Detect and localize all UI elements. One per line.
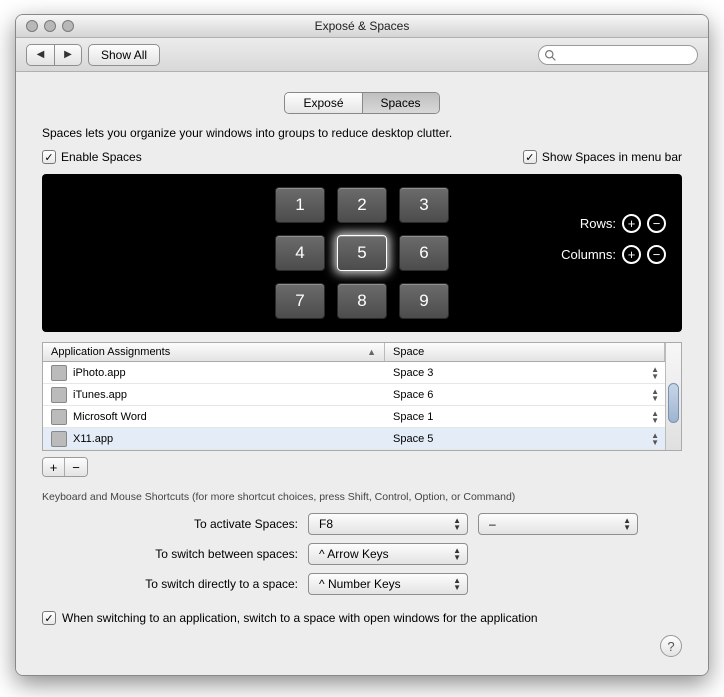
tab-expose[interactable]: Exposé xyxy=(285,93,362,113)
rows-label: Rows: xyxy=(580,216,616,231)
toolbar: ◀ ▶ Show All xyxy=(16,38,708,72)
space-cell-9[interactable]: 9 xyxy=(399,283,449,319)
description-text: Spaces lets you organize your windows in… xyxy=(42,126,682,140)
checkbox-icon: ✓ xyxy=(42,150,56,164)
show-all-button[interactable]: Show All xyxy=(88,44,160,66)
chevron-updown-icon: ▲▼ xyxy=(453,547,461,561)
spaces-preview: 123 456 789 Rows: + − Columns: + − xyxy=(42,174,682,332)
columns-label: Columns: xyxy=(561,247,616,262)
activate-key-select[interactable]: F8 ▲▼ xyxy=(308,513,468,535)
space-cell-1[interactable]: 1 xyxy=(275,187,325,223)
add-remove-segment: + − xyxy=(42,457,88,477)
add-button[interactable]: + xyxy=(43,458,65,476)
space-cell-8[interactable]: 8 xyxy=(337,283,387,319)
minimize-icon[interactable] xyxy=(44,20,56,32)
chevron-updown-icon: ▲▼ xyxy=(623,517,631,531)
nav-segment: ◀ ▶ xyxy=(26,44,82,66)
activate-label: To activate Spaces: xyxy=(42,517,298,531)
space-value: Space 3 xyxy=(393,367,433,379)
space-cell-3[interactable]: 3 xyxy=(399,187,449,223)
table-row[interactable]: Microsoft Word Space 1 ▲▼ xyxy=(43,406,665,428)
main-panel: Exposé Spaces Spaces lets you organize y… xyxy=(16,72,708,675)
table-row[interactable]: X11.app Space 5 ▲▼ xyxy=(43,428,665,450)
tab-spaces[interactable]: Spaces xyxy=(363,93,439,113)
app-icon xyxy=(51,387,67,403)
chevron-updown-icon[interactable]: ▲▼ xyxy=(651,432,659,446)
rows-remove-button[interactable]: − xyxy=(647,214,666,233)
scrollbar-thumb[interactable] xyxy=(668,383,679,423)
back-button[interactable]: ◀ xyxy=(26,44,54,66)
scrollbar[interactable] xyxy=(665,343,681,450)
window-controls xyxy=(26,20,74,32)
assignments-table: Application Assignments ▲ Space iPhoto.a… xyxy=(42,342,682,451)
chevron-updown-icon[interactable]: ▲▼ xyxy=(651,388,659,402)
remove-button[interactable]: − xyxy=(65,458,87,476)
app-icon xyxy=(51,365,67,381)
columns-add-button[interactable]: + xyxy=(622,245,641,264)
activate-mouse-select[interactable]: – ▲▼ xyxy=(478,513,638,535)
tab-group: Exposé Spaces xyxy=(284,92,439,114)
chevron-updown-icon[interactable]: ▲▼ xyxy=(651,366,659,380)
window-title: Exposé & Spaces xyxy=(315,19,410,33)
col-header-application[interactable]: Application Assignments ▲ xyxy=(43,343,385,361)
space-value: Space 1 xyxy=(393,411,433,423)
chevron-updown-icon: ▲▼ xyxy=(453,577,461,591)
space-cell-6[interactable]: 6 xyxy=(399,235,449,271)
show-menubar-checkbox[interactable]: ✓ Show Spaces in menu bar xyxy=(523,150,682,164)
app-name: iTunes.app xyxy=(73,389,127,401)
direct-key-select[interactable]: ^ Number Keys ▲▼ xyxy=(308,573,468,595)
space-cell-4[interactable]: 4 xyxy=(275,235,325,271)
switch-app-checkbox[interactable]: ✓ When switching to an application, swit… xyxy=(42,611,682,625)
switch-app-label: When switching to an application, switch… xyxy=(62,611,538,625)
sort-asc-icon: ▲ xyxy=(367,347,376,357)
space-value: Space 5 xyxy=(393,433,433,445)
table-row[interactable]: iTunes.app Space 6 ▲▼ xyxy=(43,384,665,406)
show-menubar-label: Show Spaces in menu bar xyxy=(542,150,682,164)
search-input[interactable] xyxy=(538,45,698,65)
app-icon xyxy=(51,409,67,425)
help-button[interactable]: ? xyxy=(660,635,682,657)
switch-label: To switch between spaces: xyxy=(42,547,298,561)
space-cell-2[interactable]: 2 xyxy=(337,187,387,223)
shortcuts-title: Keyboard and Mouse Shortcuts (for more s… xyxy=(42,491,682,503)
checkbox-icon: ✓ xyxy=(523,150,537,164)
app-name: Microsoft Word xyxy=(73,411,147,423)
app-icon xyxy=(51,431,67,447)
search-icon xyxy=(544,49,557,62)
enable-spaces-checkbox[interactable]: ✓ Enable Spaces xyxy=(42,150,142,164)
space-value: Space 6 xyxy=(393,389,433,401)
columns-remove-button[interactable]: − xyxy=(647,245,666,264)
space-cell-5[interactable]: 5 xyxy=(337,235,387,271)
direct-label: To switch directly to a space: xyxy=(42,577,298,591)
zoom-icon[interactable] xyxy=(62,20,74,32)
space-cell-7[interactable]: 7 xyxy=(275,283,325,319)
app-name: X11.app xyxy=(73,433,113,445)
checkbox-icon: ✓ xyxy=(42,611,56,625)
app-name: iPhoto.app xyxy=(73,367,126,379)
titlebar: Exposé & Spaces xyxy=(16,15,708,38)
switch-key-select[interactable]: ^ Arrow Keys ▲▼ xyxy=(308,543,468,565)
enable-spaces-label: Enable Spaces xyxy=(61,150,142,164)
prefs-window: Exposé & Spaces ◀ ▶ Show All Exposé Spac… xyxy=(15,14,709,676)
spaces-grid: 123 456 789 xyxy=(275,187,449,319)
rows-add-button[interactable]: + xyxy=(622,214,641,233)
table-row[interactable]: iPhoto.app Space 3 ▲▼ xyxy=(43,362,665,384)
chevron-updown-icon: ▲▼ xyxy=(453,517,461,531)
chevron-updown-icon[interactable]: ▲▼ xyxy=(651,410,659,424)
close-icon[interactable] xyxy=(26,20,38,32)
col-header-space[interactable]: Space xyxy=(385,343,665,361)
forward-button[interactable]: ▶ xyxy=(54,44,82,66)
